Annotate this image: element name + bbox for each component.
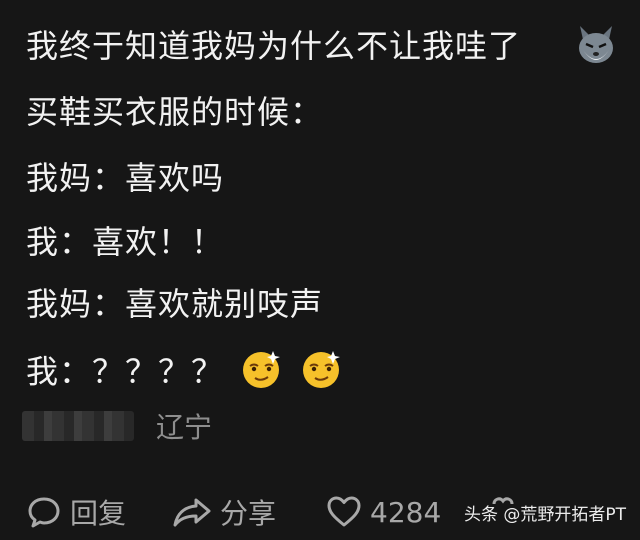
location-label: 辽宁 xyxy=(156,411,213,444)
comment-line-with-emoji: 我：？？？？ xyxy=(26,346,344,401)
reply-label: 回复 xyxy=(70,497,127,530)
wolf-emoji-icon xyxy=(572,20,620,72)
watermark: 头条 @荒野开拓者PT xyxy=(463,505,626,525)
blurred-username[interactable] xyxy=(22,411,134,441)
comment-line: 我妈：喜欢就别吱声 xyxy=(26,285,324,323)
comment-line: 我：？？？？ xyxy=(26,352,225,391)
comment-line: 我终于知道我妈为什么不让我哇了 xyxy=(26,27,522,65)
comment-meta: 辽宁 xyxy=(22,404,212,448)
share-icon xyxy=(172,494,212,530)
smug-face-emoji-icon xyxy=(240,346,284,401)
like-count: 4284 xyxy=(370,495,442,529)
smug-face-emoji-icon xyxy=(300,346,344,401)
share-button[interactable]: 分享 xyxy=(172,488,276,536)
heart-icon xyxy=(326,494,362,530)
like-button[interactable]: 4284 xyxy=(326,488,441,536)
comment-line: 买鞋买衣服的时候： xyxy=(26,93,324,131)
reply-icon xyxy=(26,494,62,530)
share-label: 分享 xyxy=(220,497,277,530)
reply-button[interactable]: 回复 xyxy=(26,488,126,536)
comment-line: 我妈：喜欢吗 xyxy=(26,159,225,197)
comment-line: 我：喜欢！！ xyxy=(26,223,225,261)
